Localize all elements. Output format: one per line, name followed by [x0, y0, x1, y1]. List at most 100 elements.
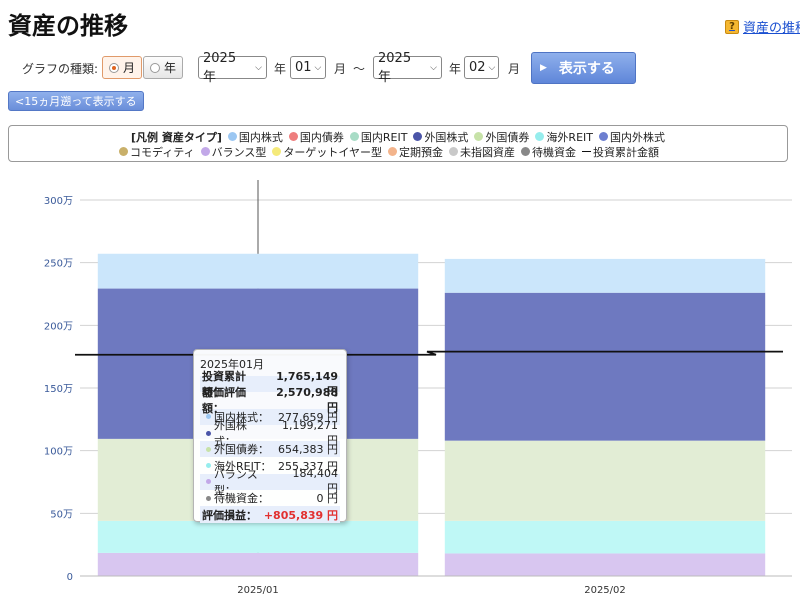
asset-chart: 0 50万 100万 150万 200万 250万 300万 2025/01 2025/02 [44, 180, 792, 596]
legend-item: 外国株式 [413, 129, 468, 145]
legend-item: 未指図資産 [449, 144, 515, 160]
tooltip-row-value: 0 円 [316, 492, 339, 506]
bar-segment [444, 440, 766, 521]
legend-item: 待機資金 [521, 144, 576, 160]
radio-month-dot-icon [109, 62, 119, 73]
bullet-icon [206, 479, 211, 485]
tooltip-row: バランス型： 184,404 円 [200, 467, 340, 497]
legend-line-icon [582, 151, 592, 152]
bar-segment [444, 258, 766, 293]
legend-label: 国内債券 [299, 130, 344, 144]
to-year-unit: 年 [449, 62, 462, 76]
legend-label: 海外REIT [546, 130, 593, 144]
show-button-label: 表示する [558, 61, 615, 77]
to-month-value: 02 [469, 60, 486, 75]
chart-tooltip: 2025年01月 投資累計額： 1,765,149 円時価評価額： 2,570,98… [193, 349, 347, 523]
tooltip-row-label: 外国債券： [202, 441, 269, 457]
tooltip-row-label-text: 外国債券： [214, 443, 269, 457]
tooltip-profit-label: 評価損益： [202, 508, 257, 522]
radio-year-label: 年 [164, 61, 177, 75]
from-month-unit: 月 [334, 62, 347, 76]
chevron-down-icon: ⌵ [314, 62, 322, 73]
y-tick-label: 300万 [44, 196, 73, 207]
bar-segment [97, 253, 419, 289]
legend-item: 海外REIT [535, 129, 593, 145]
y-tick-label: 250万 [44, 259, 73, 270]
legend-swatch-icon [535, 132, 545, 141]
from-year-value: 2025 年 [203, 50, 237, 85]
legend-swatch-icon [413, 132, 423, 141]
tooltip-row-label-text: 待機資金： [214, 492, 269, 506]
bar-segment [444, 292, 766, 441]
radio-year-dot-icon [150, 62, 160, 73]
to-month-select[interactable]: 02 ⌵ [464, 56, 499, 79]
radio-month-label: 月 [123, 61, 136, 75]
legend-swatch-icon [272, 147, 282, 156]
legend-item: 国内外株式 [599, 129, 665, 145]
help-link[interactable]: ? 資産の推移 [725, 17, 800, 36]
to-year-value: 2025 年 [378, 50, 412, 85]
bullet-icon [206, 446, 211, 452]
legend-label: 国内外株式 [610, 130, 665, 144]
graph-type-label: グラフの種類: [22, 62, 99, 76]
legend-label: 国内REIT [360, 130, 408, 144]
bar-segment [97, 552, 419, 576]
to-month-unit: 月 [508, 62, 521, 76]
legend-label: 投資累計金額 [593, 145, 660, 159]
bar-segment [444, 520, 766, 554]
from-month-select[interactable]: 01 ⌵ [290, 56, 326, 79]
play-icon: ▶ [540, 63, 547, 73]
legend-row: [凡例 資産タイプ] 国内株式 国内債券 国内REIT 外国株式 外国債券 海外REIT 国… [9, 129, 787, 144]
to-year-select[interactable]: 2025 年 ⌵ [373, 51, 442, 85]
bullet-icon [206, 430, 211, 436]
help-link-label[interactable]: 資産の推移 [743, 17, 800, 36]
legend-label: バランス型 [211, 145, 267, 159]
legend-swatch-icon [599, 132, 608, 141]
tooltip-row-value: 654,383 円 [278, 443, 338, 457]
from-year-unit: 年 [274, 62, 287, 76]
radio-year[interactable]: 年 [143, 56, 184, 79]
y-tick-label: 50万 [50, 509, 73, 520]
tooltip-profit-value: +805,839 円 [263, 508, 338, 522]
from-year-select[interactable]: 2025 年 ⌵ [198, 51, 267, 85]
legend-item: 定期預金 [388, 144, 443, 160]
radio-month[interactable]: 月 [102, 56, 143, 79]
page-title: 資産の推移 [8, 12, 128, 40]
legend-item: コモディティ [119, 144, 195, 160]
legend-item: ターゲットイヤー型 [272, 144, 382, 160]
legend-item: バランス型 [200, 144, 267, 160]
tooltip-profit-row: 評価損益： +805,839 円 [200, 506, 340, 523]
back-15-months-button[interactable]: <15ヵ月遡って表示する [8, 91, 144, 111]
legend-item: 国内債券 [288, 129, 344, 145]
legend-label: 未指図資産 [460, 145, 516, 159]
y-tick-label: 0 [67, 572, 73, 583]
legend-item: 国内REIT [349, 129, 408, 145]
legend-swatch-icon [227, 132, 237, 141]
legend-label: 定期預金 [399, 145, 444, 159]
from-month-value: 01 [295, 60, 312, 75]
legend-swatch-icon [388, 147, 398, 156]
legend-heading: [凡例 資産タイプ] [130, 130, 222, 144]
legend-label: 待機資金 [532, 145, 577, 159]
tooltip-row: 時価評価額： 2,570,988 円 [200, 386, 340, 416]
legend-label: ターゲットイヤー型 [283, 145, 383, 159]
range-separator: 〜 [353, 62, 366, 76]
legend-label: 国内株式 [238, 130, 283, 144]
legend-swatch-icon [119, 147, 128, 156]
legend-row: コモディティ バランス型 ターゲットイヤー型 定期預金 未指図資産 待機資金 投資累計金額 [9, 144, 787, 159]
chevron-down-icon: ⌵ [488, 62, 496, 73]
legend-swatch-icon [474, 132, 484, 141]
show-button[interactable]: ▶ 表示する [531, 52, 636, 84]
legend-label: 外国債券 [485, 130, 530, 144]
legend-swatch-icon [288, 132, 298, 141]
legend-swatch-icon [521, 147, 531, 156]
chevron-down-icon: ⌵ [430, 62, 437, 73]
tooltip-row: 外国株式： 1,199,271 円 [200, 419, 340, 448]
tooltip-row-label: 待機資金： [202, 490, 269, 506]
y-tick-label: 200万 [44, 321, 73, 332]
y-tick-label: 150万 [44, 384, 73, 395]
chevron-down-icon: ⌵ [255, 62, 262, 73]
help-icon: ? [725, 19, 739, 34]
bar-segment [444, 553, 766, 576]
legend-item: 国内株式 [227, 129, 283, 145]
